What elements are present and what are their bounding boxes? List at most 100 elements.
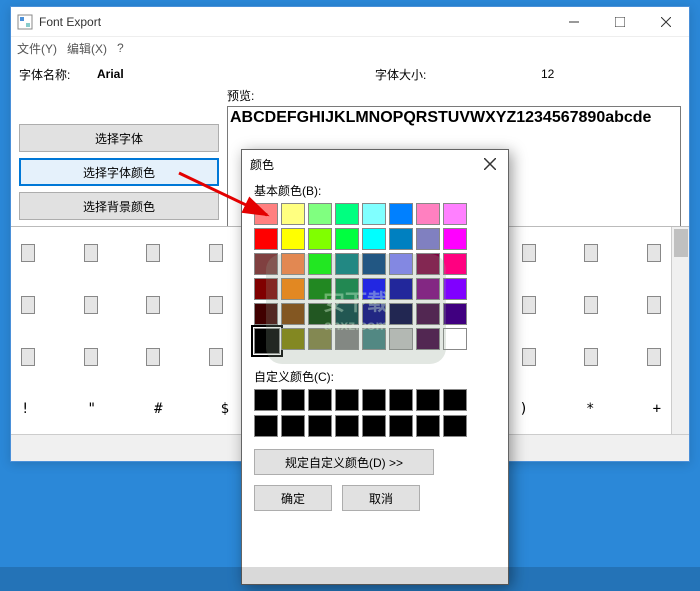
color-swatch[interactable] [362, 328, 386, 350]
glyph-cell[interactable] [584, 296, 598, 314]
glyph-cell[interactable] [146, 244, 160, 262]
custom-color-swatch[interactable] [362, 389, 386, 411]
glyph-char[interactable]: + [653, 401, 661, 417]
glyph-cell[interactable] [209, 296, 223, 314]
menu-edit[interactable]: 编辑(X) [67, 40, 107, 57]
scrollbar-thumb[interactable] [674, 229, 688, 257]
custom-color-swatch[interactable] [443, 389, 467, 411]
custom-color-swatch[interactable] [254, 415, 278, 437]
color-swatch[interactable] [389, 253, 413, 275]
color-swatch[interactable] [416, 328, 440, 350]
glyph-cell[interactable] [647, 296, 661, 314]
color-swatch[interactable] [308, 328, 332, 350]
glyph-cell[interactable] [209, 348, 223, 366]
custom-color-swatch[interactable] [416, 415, 440, 437]
color-swatch[interactable] [362, 278, 386, 300]
color-dialog-close-button[interactable] [480, 154, 500, 174]
color-swatch[interactable] [443, 278, 467, 300]
glyph-cell[interactable] [647, 348, 661, 366]
glyph-cell[interactable] [84, 244, 98, 262]
color-swatch[interactable] [281, 253, 305, 275]
color-swatch[interactable] [335, 228, 359, 250]
color-swatch[interactable] [335, 303, 359, 325]
menu-help[interactable]: ? [117, 41, 124, 55]
glyph-char[interactable]: $ [221, 401, 229, 417]
glyph-cell[interactable] [584, 348, 598, 366]
close-button[interactable] [643, 7, 689, 37]
select-font-button[interactable]: 选择字体 [19, 124, 219, 152]
color-swatch[interactable] [281, 278, 305, 300]
custom-color-swatch[interactable] [362, 415, 386, 437]
glyph-cell[interactable] [584, 244, 598, 262]
glyph-char[interactable]: " [88, 401, 96, 417]
color-swatch[interactable] [254, 303, 278, 325]
minimize-button[interactable] [551, 7, 597, 37]
color-swatch[interactable] [389, 203, 413, 225]
glyph-char[interactable]: ! [21, 401, 29, 417]
color-swatch[interactable] [308, 303, 332, 325]
color-swatch[interactable] [443, 328, 467, 350]
glyph-cell[interactable] [522, 296, 536, 314]
color-swatch[interactable] [335, 253, 359, 275]
glyph-char[interactable]: ) [520, 401, 528, 417]
color-swatch[interactable] [389, 278, 413, 300]
glyph-char[interactable]: # [154, 401, 162, 417]
glyph-cell[interactable] [21, 348, 35, 366]
select-font-color-button[interactable]: 选择字体颜色 [19, 158, 219, 186]
custom-color-swatch[interactable] [389, 415, 413, 437]
color-swatch[interactable] [335, 278, 359, 300]
glyph-cell[interactable] [146, 348, 160, 366]
color-swatch[interactable] [416, 203, 440, 225]
color-swatch[interactable] [389, 228, 413, 250]
color-swatch[interactable] [281, 303, 305, 325]
color-swatch[interactable] [335, 203, 359, 225]
glyph-cell[interactable] [522, 348, 536, 366]
color-swatch[interactable] [443, 253, 467, 275]
select-bg-color-button[interactable]: 选择背景颜色 [19, 192, 219, 220]
color-swatch[interactable] [254, 328, 280, 354]
custom-color-swatch[interactable] [335, 389, 359, 411]
glyph-cell[interactable] [21, 296, 35, 314]
define-custom-color-button[interactable]: 规定自定义颜色(D) >> [254, 449, 434, 475]
custom-color-swatch[interactable] [335, 415, 359, 437]
custom-color-swatch[interactable] [389, 389, 413, 411]
color-swatch[interactable] [443, 228, 467, 250]
color-swatch[interactable] [362, 203, 386, 225]
color-swatch[interactable] [362, 253, 386, 275]
custom-color-swatch[interactable] [254, 389, 278, 411]
color-swatch[interactable] [335, 328, 359, 350]
cancel-button[interactable]: 取消 [342, 485, 420, 511]
vertical-scrollbar[interactable] [671, 227, 689, 435]
color-swatch[interactable] [308, 228, 332, 250]
ok-button[interactable]: 确定 [254, 485, 332, 511]
color-swatch[interactable] [254, 278, 278, 300]
custom-color-swatch[interactable] [416, 389, 440, 411]
color-swatch[interactable] [308, 203, 332, 225]
custom-color-swatch[interactable] [443, 415, 467, 437]
maximize-button[interactable] [597, 7, 643, 37]
color-swatch[interactable] [389, 303, 413, 325]
custom-color-swatch[interactable] [281, 415, 305, 437]
color-swatch[interactable] [416, 303, 440, 325]
glyph-cell[interactable] [209, 244, 223, 262]
glyph-cell[interactable] [84, 296, 98, 314]
color-swatch[interactable] [362, 228, 386, 250]
color-swatch[interactable] [254, 228, 278, 250]
glyph-cell[interactable] [522, 244, 536, 262]
glyph-cell[interactable] [21, 244, 35, 262]
glyph-cell[interactable] [647, 244, 661, 262]
color-swatch[interactable] [281, 328, 305, 350]
color-swatch[interactable] [389, 328, 413, 350]
color-swatch[interactable] [416, 278, 440, 300]
color-swatch[interactable] [281, 203, 305, 225]
menu-file[interactable]: 文件(Y) [17, 40, 57, 57]
glyph-char[interactable]: * [586, 401, 594, 417]
color-swatch[interactable] [443, 203, 467, 225]
glyph-cell[interactable] [84, 348, 98, 366]
custom-color-swatch[interactable] [308, 389, 332, 411]
color-swatch[interactable] [308, 253, 332, 275]
color-swatch[interactable] [416, 253, 440, 275]
color-swatch[interactable] [416, 228, 440, 250]
custom-color-swatch[interactable] [308, 415, 332, 437]
color-swatch[interactable] [443, 303, 467, 325]
